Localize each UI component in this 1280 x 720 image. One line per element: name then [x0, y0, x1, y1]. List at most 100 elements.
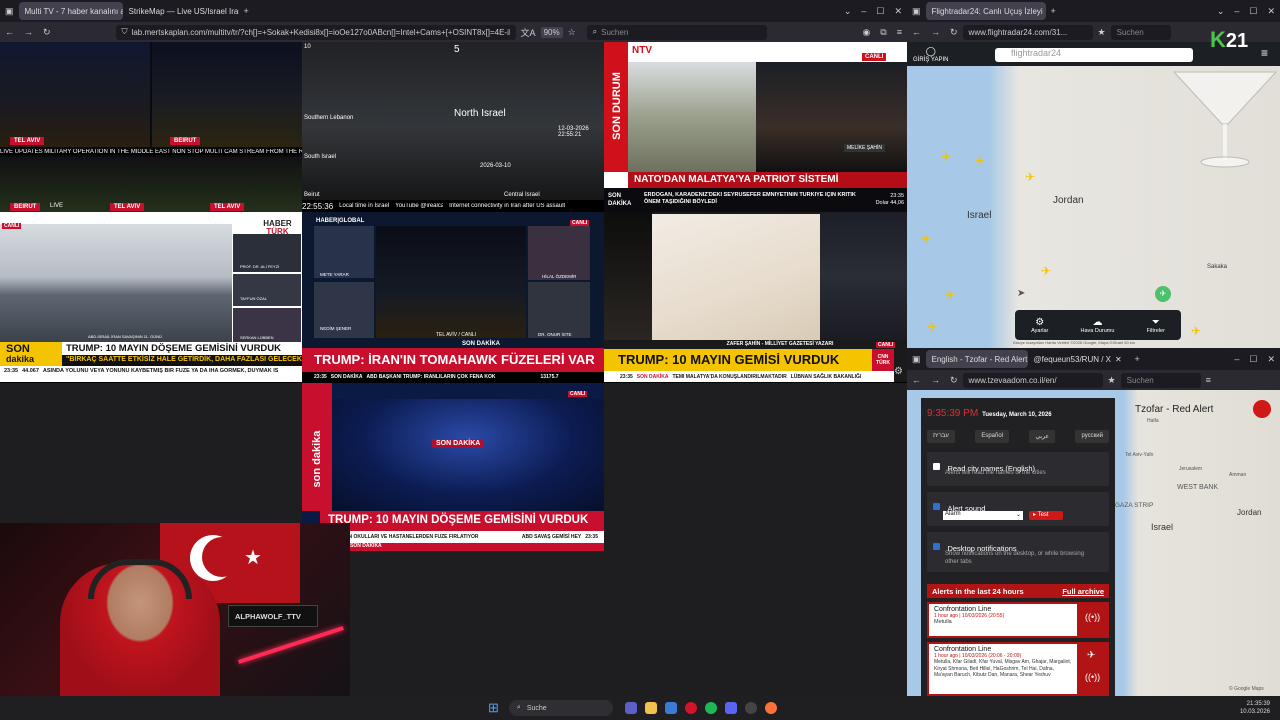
tab-multitv[interactable]: Multi TV - 7 haber kanalını aynı ✕	[18, 2, 123, 20]
plane-icon[interactable]: ✈	[1025, 170, 1035, 184]
back-icon[interactable]: ←	[0, 27, 19, 37]
maximize-icon[interactable]: ☐	[1244, 354, 1262, 365]
plane-icon[interactable]: ✈	[1191, 324, 1201, 338]
address-bar[interactable]: ⛉ lab.mertskaplan.com/multitv/tr/?ch[]=+…	[115, 24, 516, 40]
close-icon[interactable]: ✕	[1115, 355, 1122, 364]
chevron-down-icon[interactable]: ⌄	[839, 6, 857, 17]
zoom-level[interactable]: 90%	[540, 26, 563, 38]
sound-select[interactable]: Alarm ⌄	[943, 511, 1023, 520]
plane-icon[interactable]: ✈	[975, 154, 985, 168]
language-button[interactable]: Español	[975, 430, 1009, 443]
account-icon[interactable]: ◉	[857, 27, 875, 38]
opera-icon[interactable]	[684, 702, 697, 714]
desktop-notifications-checkbox[interactable]	[933, 543, 940, 551]
tab-flightradar[interactable]: Flightradar24: Canlı Uçuş İzleyi ✕	[925, 2, 1046, 20]
forward-icon[interactable]: →	[926, 27, 945, 37]
language-button[interactable]: עברית	[927, 430, 955, 443]
plane-icon[interactable]: ✈	[927, 320, 937, 334]
close-window-icon[interactable]: ✕	[1262, 6, 1280, 17]
bookmark-star-icon[interactable]: ★	[1093, 27, 1111, 38]
bookmark-star-icon[interactable]: ☆	[563, 27, 581, 38]
spotify-icon[interactable]	[704, 702, 717, 714]
search-input[interactable]: ⌕ Suchen	[586, 24, 767, 40]
translate-icon[interactable]: 文A	[516, 26, 541, 39]
gear-icon: ⚙	[1035, 316, 1045, 328]
tab-strikemap[interactable]: StrikeMap — Live US/Israel Iran ✕	[123, 2, 239, 20]
language-button[interactable]: عربي	[1029, 430, 1055, 443]
maximize-icon[interactable]: ☐	[1244, 6, 1262, 17]
taskbar-search[interactable]: ⌕ Suche	[508, 700, 613, 716]
minimize-icon[interactable]: –	[1229, 6, 1244, 16]
login-button[interactable]: ◯ GİRİŞ YAPIN	[913, 46, 948, 63]
close-window-icon[interactable]: ✕	[1262, 354, 1280, 365]
airport-marker-icon[interactable]: ✈	[1155, 286, 1171, 302]
address-bar[interactable]: www.flightradar24.com/31...	[962, 24, 1093, 40]
tab-list-icon[interactable]: ▣	[907, 6, 926, 17]
feed-israel-cams[interactable]: 10 5 North Israel Southern Lebanon South…	[302, 42, 604, 212]
plane-icon[interactable]: ✈	[945, 288, 955, 302]
language-button[interactable]: русский	[1075, 430, 1109, 443]
discord-icon[interactable]	[724, 702, 737, 714]
search-input[interactable]: Suchen	[1120, 372, 1201, 388]
address-bar[interactable]: www.tzevaadom.co.il/en/	[962, 372, 1103, 388]
read-cities-checkbox[interactable]	[933, 463, 940, 471]
reload-icon[interactable]: ↻	[945, 27, 963, 38]
system-clock[interactable]: 21:35:39 10.03.2026	[1240, 700, 1280, 716]
feed-haberturk[interactable]: CANLI HABER TÜRK PROF. DR. ALİ FEYZİ TAY…	[0, 212, 302, 382]
plane-icon[interactable]: ✈	[941, 150, 951, 164]
weather-button[interactable]: ☁ Hava Durumu	[1081, 317, 1115, 334]
new-tab-icon[interactable]: +	[1130, 354, 1145, 364]
tab-x[interactable]: @fequeun53/RUN / X ✕	[1028, 350, 1130, 368]
menu-icon[interactable]: ≡	[892, 27, 907, 37]
menu-icon[interactable]: ≡	[1261, 46, 1268, 60]
alert-sound-checkbox[interactable]	[933, 503, 940, 511]
forward-icon[interactable]: →	[926, 375, 945, 385]
store-icon[interactable]	[664, 702, 677, 714]
new-tab-icon[interactable]: +	[239, 6, 254, 16]
map-label: Jerusalem	[1179, 466, 1203, 472]
folder-icon[interactable]	[644, 702, 657, 714]
feed-city-cams[interactable]: TEL AVIV BEIRUT LIVE UPDATES MILITARY OP…	[0, 42, 302, 212]
forward-icon[interactable]: →	[19, 27, 38, 37]
minimize-icon[interactable]: –	[856, 6, 871, 16]
plane-icon[interactable]: ✈	[921, 232, 931, 246]
chevron-down-icon[interactable]: ⌄	[1212, 6, 1230, 17]
flight-search-input[interactable]: flightradar24	[995, 48, 1193, 62]
navigation-bar: ← → ↻ www.tzevaadom.co.il/en/ ★ Suchen ≡	[907, 370, 1280, 390]
settings-gear-icon[interactable]: ⚙	[894, 366, 903, 377]
settings-button[interactable]: ⚙ Ayarlar	[1031, 317, 1048, 334]
obs-icon[interactable]	[744, 702, 757, 714]
reload-icon[interactable]: ↻	[945, 375, 963, 386]
feed-haberglobal[interactable]: HABER|GLOBAL CANLI METE YARAR NEDİM ŞENE…	[302, 212, 604, 382]
full-archive-link[interactable]: Full archive	[1062, 587, 1104, 596]
close-window-icon[interactable]: ✕	[889, 6, 907, 17]
guest-name: NEDİM ŞENER	[320, 326, 352, 331]
back-icon[interactable]: ←	[907, 375, 926, 385]
firefox-icon[interactable]	[764, 702, 777, 714]
back-icon[interactable]: ←	[907, 27, 926, 37]
search-input[interactable]: Suchen	[1110, 24, 1171, 40]
tab-tzofar[interactable]: English - Tzofar - Red Alert ✕	[925, 350, 1028, 368]
menu-icon[interactable]: ≡	[1201, 375, 1216, 385]
new-tab-icon[interactable]: +	[1046, 6, 1061, 16]
control-label: Filtreler	[1146, 327, 1165, 334]
filters-button[interactable]: ⏷ Filtreler	[1147, 317, 1165, 334]
feed-cnnturk[interactable]: ZAFER ŞAHİN - MİLLİYET GAZETESİ YAZARI C…	[604, 212, 907, 382]
start-button[interactable]: ⊞	[488, 700, 499, 716]
alert-card[interactable]: Confrontation Line 1 hour ago | 10/03/20…	[927, 642, 1109, 696]
test-button[interactable]: ▸ Test	[1029, 511, 1063, 520]
tab-list-icon[interactable]: ▣	[0, 6, 19, 17]
extensions-icon[interactable]: ⧉	[875, 27, 891, 38]
reload-icon[interactable]: ↻	[38, 27, 56, 38]
alert-card[interactable]: Confrontation Line 1 hour ago | 10/03/20…	[927, 602, 1109, 638]
ticker-text-2: LÜBNAN SAĞLIK BAKANLIĞI	[790, 373, 862, 380]
maximize-icon[interactable]: ☐	[871, 6, 889, 17]
tab-list-icon[interactable]: ▣	[907, 354, 926, 365]
teams-icon[interactable]	[624, 702, 637, 714]
bookmark-star-icon[interactable]: ★	[1103, 375, 1121, 386]
ship-image	[0, 224, 232, 342]
minimize-icon[interactable]: –	[1229, 354, 1244, 364]
locate-icon[interactable]: ➤	[1017, 288, 1025, 299]
plane-icon[interactable]: ✈	[1041, 264, 1051, 278]
feed-ntv[interactable]: SON DURUM NTV CANLI MELİKE ŞAHİN NATO'DA…	[604, 42, 907, 212]
